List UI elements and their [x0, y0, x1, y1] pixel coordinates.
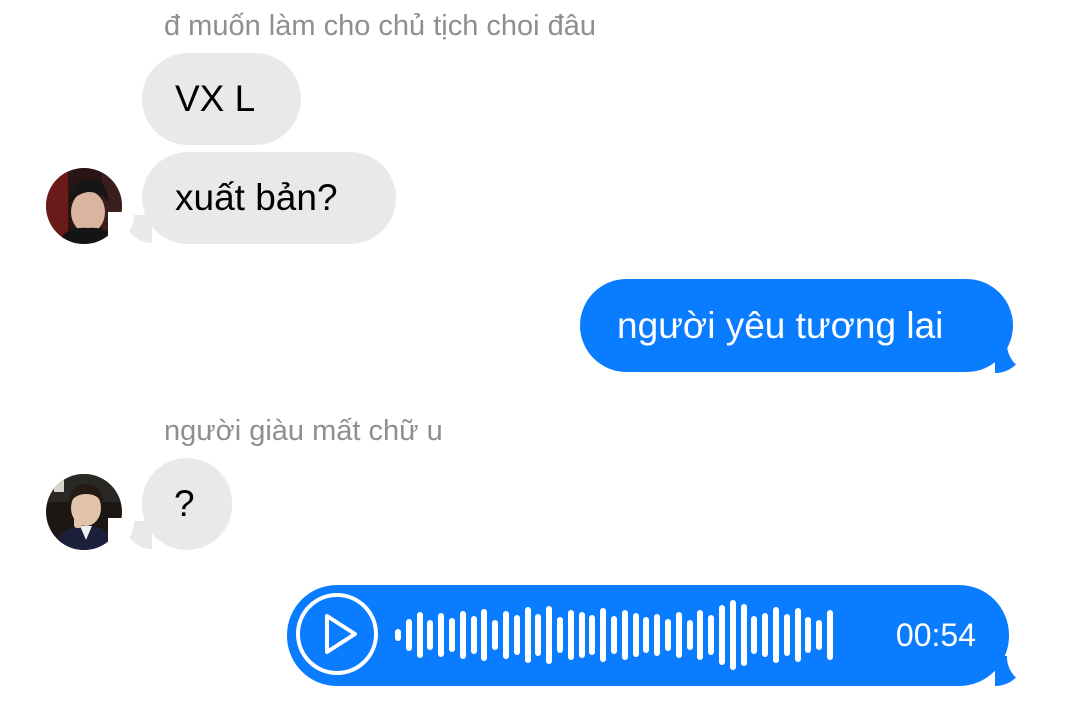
waveform-bar — [513, 615, 520, 655]
waveform-bar — [427, 620, 434, 650]
message-text: xuất bản? — [175, 177, 338, 218]
waveform-bar — [805, 617, 812, 653]
waveform-bar — [719, 605, 725, 665]
play-icon — [325, 614, 357, 654]
waveform-bar — [654, 614, 661, 656]
waveform-bar — [697, 610, 704, 660]
incoming-message-bubble[interactable]: xuất bản? — [142, 152, 396, 244]
waveform-bar — [794, 608, 801, 662]
waveform-bar — [395, 629, 401, 641]
message-text: người yêu tương lai — [617, 304, 944, 346]
waveform-bar — [459, 611, 466, 659]
waveform-bar — [783, 614, 790, 656]
waveform-bar — [611, 616, 617, 654]
waveform-bar — [740, 604, 747, 666]
waveform-bar — [557, 617, 563, 653]
waveform-bar — [503, 611, 509, 659]
waveform-bar — [632, 613, 639, 657]
waveform-bar — [492, 620, 499, 650]
waveform-bar — [416, 612, 423, 658]
incoming-message-bubble[interactable]: ? — [142, 458, 232, 550]
waveform-bar — [567, 610, 574, 660]
waveform-bar — [643, 617, 650, 653]
waveform-bar — [729, 600, 736, 670]
waveform-bar — [449, 618, 455, 652]
sender-name: đ muốn làm cho chủ tịch choi đâu — [164, 10, 597, 42]
waveform-bar — [405, 619, 412, 651]
waveform-bar — [816, 620, 823, 650]
waveform-bar — [535, 614, 542, 656]
message-text: VX L — [175, 78, 256, 119]
audio-waveform[interactable] — [395, 585, 845, 686]
waveform-bar — [762, 613, 769, 657]
waveform-bar — [708, 615, 715, 655]
voice-message-bubble[interactable]: 00:54 — [287, 585, 1009, 686]
incoming-message-bubble[interactable]: VX L — [142, 53, 301, 145]
voice-duration: 00:54 — [895, 617, 976, 653]
waveform-bar — [675, 612, 682, 658]
waveform-bar — [686, 620, 693, 650]
waveform-bar — [546, 606, 553, 664]
waveform-bar — [600, 608, 607, 662]
play-button[interactable] — [296, 593, 378, 675]
waveform-bar — [773, 607, 779, 663]
waveform-bar — [438, 613, 445, 657]
waveform-bar — [751, 616, 758, 654]
waveform-bar — [827, 610, 833, 660]
waveform-bar — [621, 610, 628, 660]
sender-name: người giàu mất chữ u — [164, 415, 443, 447]
message-text: ? — [174, 483, 195, 524]
waveform-bar — [481, 609, 488, 661]
waveform-bar — [470, 616, 477, 654]
waveform-bar — [578, 612, 585, 658]
waveform-bar — [665, 619, 671, 651]
waveform-bar — [524, 607, 531, 663]
waveform-bar — [589, 615, 596, 655]
outgoing-message-bubble[interactable]: người yêu tương lai — [580, 279, 1013, 372]
